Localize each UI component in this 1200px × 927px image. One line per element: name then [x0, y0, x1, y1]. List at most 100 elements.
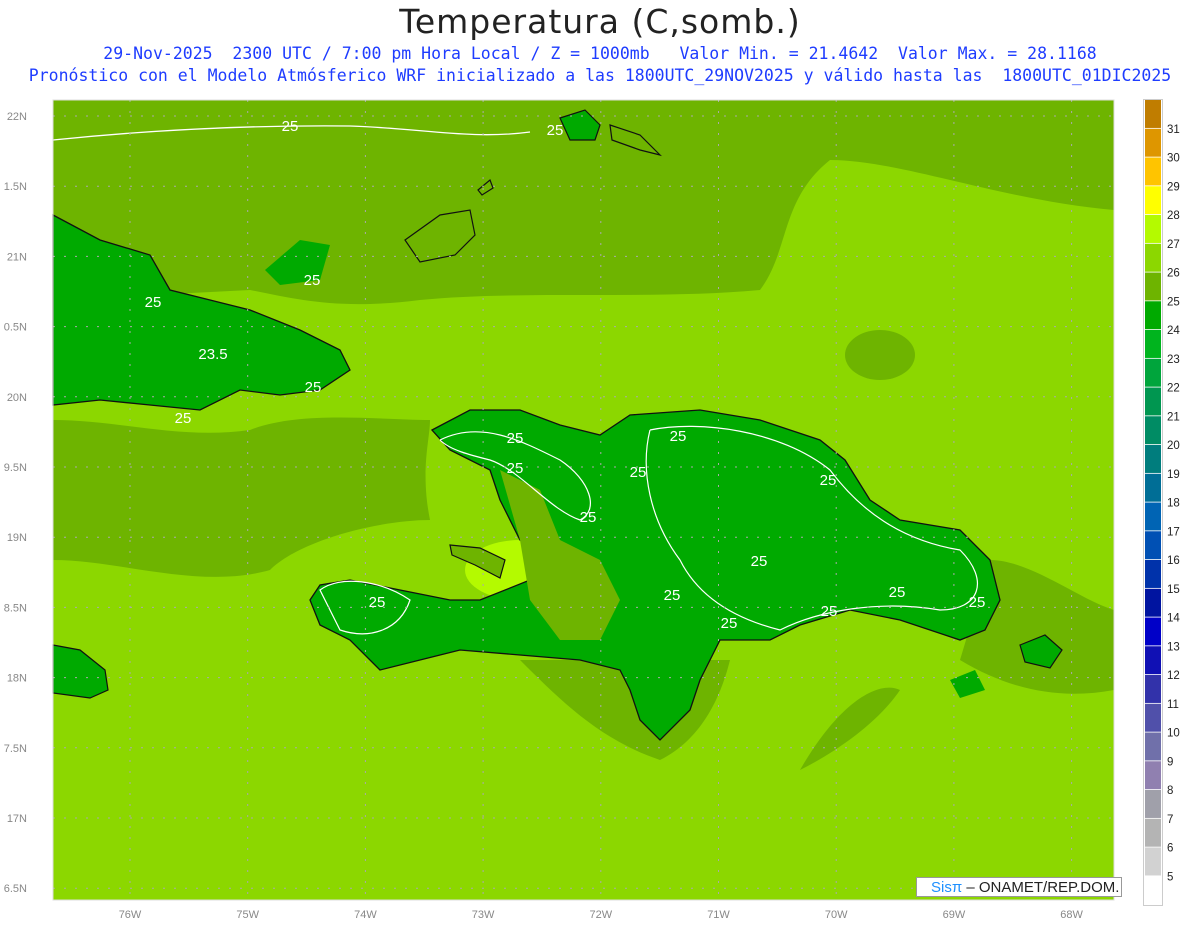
- colorbar-bin: [1145, 502, 1161, 531]
- colorbar-label: 21: [1167, 411, 1180, 423]
- contour-label: 25: [821, 603, 838, 620]
- contour-label: 25: [304, 272, 321, 289]
- colorbar-label: 14: [1167, 613, 1180, 625]
- colorbar-label: 13: [1167, 641, 1180, 653]
- colorbar-label: 9: [1167, 756, 1173, 768]
- contour-label: 25: [507, 430, 524, 447]
- temperature-map: 25 25 25 25 23.5 25 25 25 25 25 25 25 25 25 25 25 25 25 25…: [4, 99, 1180, 921]
- contour-label: 25: [145, 294, 162, 311]
- colorbar-label: 7: [1167, 814, 1173, 826]
- lon-tick-label: 70W: [825, 909, 848, 921]
- colorbar-label: 27: [1167, 239, 1180, 251]
- dark-zone-patch: [845, 330, 915, 380]
- lon-tick-label: 73W: [472, 909, 495, 921]
- colorbar-label: 16: [1167, 555, 1180, 567]
- colorbar-label: 6: [1167, 843, 1173, 855]
- colorbar-label: 11: [1167, 699, 1179, 711]
- colorbar: 31 30 29 28 27 26 25 24 23 22 21 20 19 18 17 16 15 14 13 12…: [1143, 99, 1180, 906]
- colorbar-label: 23: [1167, 354, 1180, 366]
- colorbar-label: 30: [1167, 153, 1180, 165]
- colorbar-bin: [1145, 617, 1161, 646]
- colorbar-bin: [1145, 128, 1161, 157]
- colorbar-bin: [1145, 100, 1161, 128]
- contour-label: 25: [369, 594, 386, 611]
- lat-tick-label: 22N: [7, 111, 27, 123]
- contour-label: 25: [889, 584, 906, 601]
- colorbar-bin: [1145, 646, 1161, 675]
- contour-label: 25: [664, 587, 681, 604]
- lon-tick-label: 69W: [943, 909, 966, 921]
- colorbar-bin: [1145, 560, 1161, 588]
- colorbar-label: 31: [1167, 124, 1180, 136]
- contour-label: 25: [969, 594, 986, 611]
- credit-box: Sisπ – ONAMET/REP.DOM.: [916, 877, 1122, 897]
- contour-label: 25: [282, 118, 299, 135]
- contour-label: 25: [580, 509, 597, 526]
- colorbar-bin: [1145, 301, 1161, 330]
- lon-tick-label: 75W: [236, 909, 259, 921]
- lat-tick-label: 1.5N: [4, 181, 27, 193]
- colorbar-bin: [1145, 588, 1161, 617]
- colorbar-label: 5: [1167, 871, 1173, 883]
- lon-tick-label: 72W: [589, 909, 612, 921]
- lat-tick-label: 0.5N: [4, 322, 27, 334]
- colorbar-label: 25: [1167, 296, 1180, 308]
- lat-tick-label: 21N: [7, 251, 27, 263]
- colorbar-label: 12: [1167, 670, 1180, 682]
- contour-label: 25: [820, 472, 837, 489]
- colorbar-label: 22: [1167, 383, 1180, 395]
- colorbar-label: 26: [1167, 268, 1180, 280]
- colorbar-bin: [1145, 157, 1161, 186]
- lat-tick-label: 19N: [7, 532, 27, 544]
- contour-label: 25: [670, 428, 687, 445]
- lat-tick-label: 9.5N: [4, 462, 27, 474]
- subtitle-date-values: 29-Nov-2025 2300 UTC / 7:00 pm Hora Loca…: [103, 44, 1097, 63]
- colorbar-label: 29: [1167, 181, 1180, 193]
- lat-tick-label: 8.5N: [4, 602, 27, 614]
- credit-brand: Sisπ: [931, 879, 963, 896]
- colorbar-bin: [1145, 330, 1161, 358]
- colorbar-bin: [1145, 272, 1161, 301]
- colorbar-label: 24: [1167, 325, 1180, 337]
- colorbar-bin: [1145, 416, 1161, 445]
- colorbar-bin: [1145, 790, 1161, 818]
- colorbar-bin: [1145, 703, 1161, 732]
- lon-tick-label: 76W: [119, 909, 142, 921]
- contour-label: 25: [751, 553, 768, 570]
- colorbar-bin: [1145, 818, 1161, 847]
- colorbar-bin: [1145, 387, 1161, 416]
- lon-tick-label: 71W: [707, 909, 730, 921]
- colorbar-label: 28: [1167, 210, 1180, 222]
- lat-tick-label: 6.5N: [4, 883, 27, 895]
- colorbar-bin: [1145, 876, 1161, 905]
- colorbar-bin: [1145, 243, 1161, 272]
- map-plot-area: [52, 100, 1114, 900]
- colorbar-bin: [1145, 675, 1161, 703]
- contour-label: 25: [305, 379, 322, 396]
- lon-tick-label: 68W: [1060, 909, 1083, 921]
- colorbar-label: 17: [1167, 526, 1180, 538]
- contour-label: 25: [175, 410, 192, 427]
- map-title: Temperatura (C,somb.): [399, 2, 801, 41]
- lon-tick-label: 74W: [354, 909, 377, 921]
- colorbar-bin: [1145, 215, 1161, 243]
- credit-text: – ONAMET/REP.DOM.: [962, 879, 1120, 896]
- contour-label: 25: [721, 615, 738, 632]
- lat-tick-label: 7.5N: [4, 743, 27, 755]
- colorbar-bin: [1145, 186, 1161, 215]
- contour-label: 25: [547, 122, 564, 139]
- colorbar-label: 15: [1167, 584, 1180, 596]
- lat-tick-label: 18N: [7, 673, 27, 685]
- colorbar-bin: [1145, 847, 1161, 876]
- contour-label: 25: [507, 460, 524, 477]
- colorbar-label: 18: [1167, 498, 1180, 510]
- colorbar-label: 19: [1167, 469, 1180, 481]
- colorbar-label: 10: [1167, 728, 1180, 740]
- colorbar-bin: [1145, 358, 1161, 387]
- contour-label: 23.5: [198, 346, 227, 363]
- colorbar-bin: [1145, 473, 1161, 502]
- colorbar-bin: [1145, 732, 1161, 761]
- colorbar-bin: [1145, 761, 1161, 790]
- lat-tick-label: 17N: [7, 813, 27, 825]
- subtitle-model-info: Pronóstico con el Modelo Atmósferico WRF…: [28, 66, 1172, 85]
